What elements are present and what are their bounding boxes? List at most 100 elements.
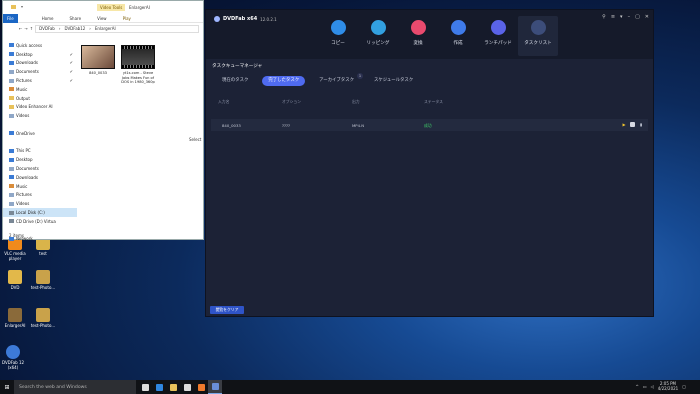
network-icon[interactable]: ▭: [643, 384, 647, 389]
document-icon: [9, 69, 14, 74]
taskbar-app[interactable]: [152, 380, 166, 394]
back-icon[interactable]: ←: [19, 26, 22, 31]
maximize-icon[interactable]: ▢: [635, 14, 640, 20]
module-tasklist[interactable]: タスクリスト: [518, 16, 558, 56]
dvdfab-icon: [211, 383, 219, 390]
delete-icon[interactable]: ▮: [638, 122, 644, 128]
nav-item[interactable]: Desktop ✔: [3, 50, 77, 59]
nav-item[interactable]: Quick access: [3, 41, 77, 50]
taskbar-app[interactable]: [166, 380, 180, 394]
nav-item[interactable]: Pictures: [3, 191, 77, 200]
video-icon: [9, 113, 14, 118]
folder-icon: [8, 308, 22, 322]
desktop-icon-dvdfab[interactable]: DVDFab 12 (x64): [0, 345, 26, 370]
nav-item[interactable]: OneDrive: [3, 129, 77, 138]
clear-history-button[interactable]: 閲覧をクリア: [210, 306, 244, 314]
folder-icon: [11, 5, 16, 9]
windows-icon: ⊞: [4, 383, 10, 391]
nav-item[interactable]: Video Enhancer AI: [3, 103, 77, 112]
play-icon[interactable]: ▶: [621, 122, 627, 128]
volume-icon[interactable]: ◁: [651, 384, 654, 389]
module-ripper[interactable]: リッピング: [358, 16, 398, 56]
nav-item[interactable]: Pictures ✔: [3, 76, 77, 85]
nav-item[interactable]: This PC: [3, 147, 77, 156]
minimize-icon[interactable]: –: [628, 14, 631, 20]
ribbon-tab-view[interactable]: View: [89, 16, 115, 21]
task-tab[interactable]: 完了したタスク: [262, 76, 306, 86]
document-icon: [9, 166, 14, 171]
nav-item[interactable]: CD Drive (D:) Virtua: [3, 217, 77, 226]
address-bar[interactable]: DVDFab › DVDFab12 › EnlargerAI: [35, 24, 199, 33]
module-creator[interactable]: 作成: [438, 16, 478, 56]
launchpad-icon: [490, 20, 506, 35]
search-icon[interactable]: ⚲: [602, 14, 606, 20]
breadcrumb-enlargerai[interactable]: EnlargerAI: [95, 26, 116, 31]
file-name: yt1s.com - Steve Jobs Makes Fun of DOS i…: [121, 71, 155, 85]
nav-item[interactable]: Downloads ✔: [3, 59, 77, 68]
taskbar-app[interactable]: [180, 380, 194, 394]
navigation-pane: Quick access Desktop ✔ Downloads ✔ Documents ✔…: [3, 41, 77, 241]
start-button[interactable]: ⊞: [0, 380, 14, 394]
ribbon-tab-home[interactable]: Home: [34, 16, 62, 21]
file-item[interactable]: 840_0033: [79, 45, 117, 76]
up-icon[interactable]: ↑: [30, 26, 33, 31]
nav-item[interactable]: Music: [3, 85, 77, 94]
video-icon: [9, 201, 14, 206]
nav-item[interactable]: Downloads: [3, 173, 77, 182]
clock[interactable]: 2:05 PM 4/22/2021: [658, 381, 679, 391]
task-row[interactable]: 840_0033 ???? MP4.N 成功 ▶ ▮: [211, 119, 648, 131]
task-tab-label: アーカイブタスク: [319, 78, 354, 83]
nav-item[interactable]: Documents: [3, 164, 77, 173]
window-controls: ⚲ ≡ ▾ – ▢ ✕: [602, 14, 649, 20]
ribbon-tab-file[interactable]: File: [3, 13, 18, 23]
folder-open-icon[interactable]: [630, 122, 635, 127]
taskbar-search[interactable]: Search the web and Windows: [14, 380, 136, 394]
forward-icon[interactable]: →: [24, 26, 27, 31]
nav-item-label: Local Disk (C:): [16, 210, 45, 216]
taskbar-app[interactable]: [208, 380, 222, 394]
notification-icon[interactable]: ▢: [682, 384, 686, 389]
nav-item[interactable]: Documents ✔: [3, 67, 77, 76]
chevron-right-icon: ›: [58, 26, 61, 31]
task-tab[interactable]: スケジュールタスク: [368, 76, 419, 86]
task-tab-label: 完了したタスク: [268, 78, 300, 83]
video-thumbnail: [81, 45, 115, 69]
module-label: コピー: [331, 41, 345, 46]
nav-item[interactable]: Local Disk (C:): [3, 208, 77, 217]
ribbon-tab-share[interactable]: Share: [62, 16, 90, 21]
desktop-icon-dvd-folder[interactable]: DVD: [2, 270, 28, 290]
task-tab[interactable]: 現在のタスク: [216, 76, 254, 86]
taskbar-app[interactable]: [194, 380, 208, 394]
image-file-icon: [36, 308, 50, 322]
nav-item[interactable]: Videos: [3, 199, 77, 208]
module-launchpad[interactable]: ランチパッド: [478, 16, 518, 56]
dropdown-icon[interactable]: ▾: [620, 14, 623, 20]
taskbar-app[interactable]: [138, 380, 152, 394]
desktop-icon-test-photo-1[interactable]: test-Photo...: [30, 270, 56, 290]
nav-item-label: Music: [16, 86, 28, 92]
module-converter[interactable]: 変換: [398, 16, 438, 56]
menu-icon[interactable]: ≡: [611, 14, 615, 20]
quick-access-toolbar[interactable]: ▾: [21, 4, 23, 9]
nav-item[interactable]: Output: [3, 94, 77, 103]
breadcrumb-dvdfab[interactable]: DVDFab: [39, 26, 55, 31]
pin-icon: ✔: [69, 78, 73, 84]
video-tools-tab[interactable]: Video Tools: [97, 4, 126, 11]
music-icon: [9, 87, 14, 92]
desktop-icon-enlargerai[interactable]: EnlargerAI: [2, 308, 28, 328]
task-tab[interactable]: アーカイブタスク 1: [313, 73, 363, 86]
nav-item[interactable]: Videos: [3, 111, 77, 120]
module-copy[interactable]: コピー: [318, 16, 358, 56]
nav-item[interactable]: Music: [3, 182, 77, 191]
nav-item[interactable]: Desktop: [3, 155, 77, 164]
file-item[interactable]: yt1s.com - Steve Jobs Makes Fun of DOS i…: [119, 45, 157, 85]
breadcrumb-dvdfab12[interactable]: DVDFab12: [64, 26, 85, 31]
chevron-up-icon[interactable]: ^: [635, 384, 638, 389]
desktop-icon-test-photo-2[interactable]: test-Photo...: [30, 308, 56, 328]
converter-icon: [410, 20, 426, 35]
folder-icon: [9, 104, 14, 109]
task-queue-panel: タスクキューマネージャ 現在のタスク 完了したタスク アーカイブタスク 1 スケジュール…: [206, 59, 653, 316]
module-label: 変換: [413, 41, 423, 46]
close-icon[interactable]: ✕: [645, 14, 649, 20]
ribbon-tab-play[interactable]: Play: [115, 16, 139, 21]
